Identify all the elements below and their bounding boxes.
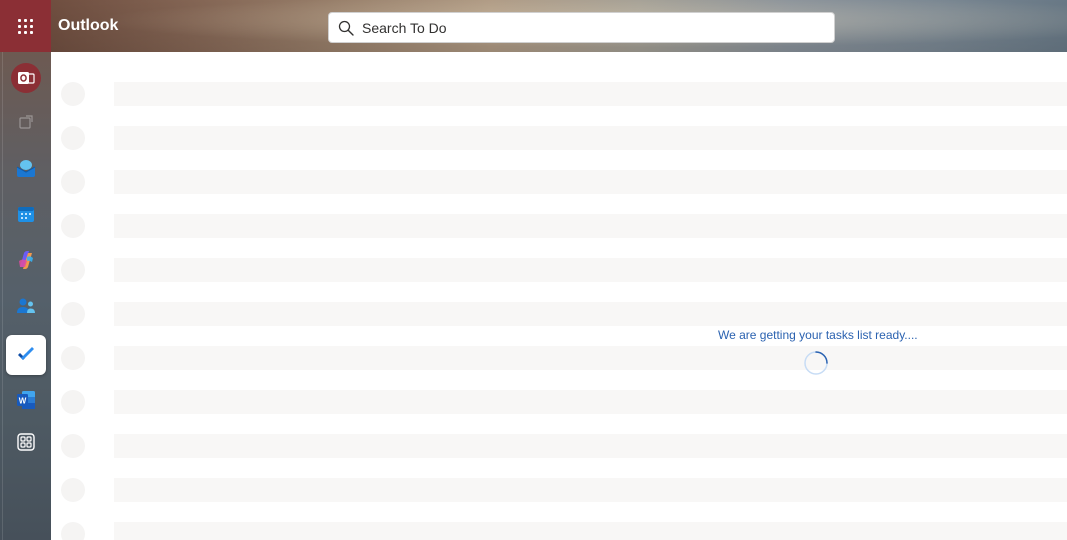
app-launcher-button[interactable] bbox=[0, 0, 51, 52]
tasks-content bbox=[51, 52, 1067, 540]
calendar-icon bbox=[18, 207, 34, 222]
search-icon bbox=[338, 20, 354, 36]
skeleton-row bbox=[51, 346, 1067, 370]
rail-item-outlook[interactable] bbox=[6, 58, 46, 98]
copilot-icon bbox=[19, 251, 33, 269]
svg-text:W: W bbox=[19, 397, 27, 406]
skeleton-row bbox=[51, 522, 1067, 540]
search-box[interactable] bbox=[328, 12, 835, 43]
skeleton-row bbox=[51, 478, 1067, 502]
search-input[interactable] bbox=[360, 18, 804, 37]
skeleton-row bbox=[51, 170, 1067, 194]
waffle-icon bbox=[18, 18, 33, 34]
pop-out-icon bbox=[19, 115, 33, 129]
skeleton-row bbox=[51, 214, 1067, 238]
skeleton-row bbox=[51, 434, 1067, 458]
outlook-icon bbox=[11, 63, 41, 93]
rail-item-mail[interactable] bbox=[6, 148, 46, 188]
rail-item-copilot[interactable] bbox=[6, 240, 46, 280]
rail-item-word[interactable]: W bbox=[6, 380, 46, 420]
word-icon: W bbox=[17, 391, 35, 409]
outlook-app: Outlook Search To Do W We are getting yo… bbox=[0, 0, 1067, 540]
loading-message: We are getting your tasks list ready.... bbox=[718, 328, 918, 342]
rail-item-more-apps[interactable] bbox=[6, 422, 46, 462]
rail-item-pop-out[interactable] bbox=[6, 102, 46, 142]
skeleton-row bbox=[51, 82, 1067, 106]
app-title[interactable]: Outlook bbox=[58, 17, 118, 35]
skeleton-row bbox=[51, 258, 1067, 282]
mail-icon bbox=[16, 160, 36, 177]
rail-item-calendar[interactable] bbox=[6, 194, 46, 234]
apps-grid-icon bbox=[17, 433, 35, 451]
todo-check-icon bbox=[18, 347, 34, 360]
loading-spinner-icon bbox=[804, 351, 828, 375]
rail-item-todo[interactable] bbox=[6, 335, 46, 375]
skeleton-row bbox=[51, 302, 1067, 326]
people-icon bbox=[17, 298, 35, 313]
skeleton-row bbox=[51, 390, 1067, 414]
app-rail: W bbox=[0, 52, 51, 540]
skeleton-row bbox=[51, 126, 1067, 150]
rail-item-people[interactable] bbox=[6, 286, 46, 326]
